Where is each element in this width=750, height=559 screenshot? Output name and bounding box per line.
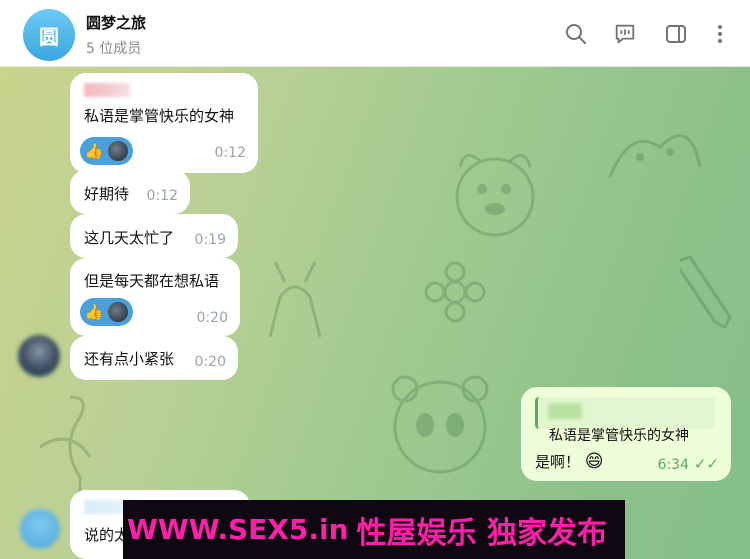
message-bubble-5[interactable]: 还有点小紧张 0:20: [70, 336, 238, 380]
message-bubble-3[interactable]: 这几天太忙了 0:19: [70, 214, 238, 258]
message-time: 0:12: [146, 188, 178, 204]
message-text: 是啊！ 😄: [535, 451, 604, 472]
reactor-avatar: [106, 139, 130, 163]
outgoing-text: 是啊！: [535, 453, 581, 471]
message-text: 私语是掌管快乐的女神: [84, 107, 235, 125]
message-text: 这几天太忙了: [84, 229, 175, 247]
message-text: 还有点小紧张: [84, 350, 175, 368]
watermark-slogan: 性屋娱乐 独家发布: [356, 515, 607, 551]
reaction-chip[interactable]: 👍: [80, 137, 133, 165]
chat-feedback-icon[interactable]: [613, 22, 637, 46]
watermark-url: WWW.SEX5.in: [127, 513, 349, 546]
sender-avatar[interactable]: [20, 509, 60, 549]
message-text: 但是每天都在想私语: [84, 272, 220, 290]
outgoing-message-bubble[interactable]: 私语是掌管快乐的女神 是啊！ 😄 6:34 ✓✓: [521, 387, 731, 481]
dog-doodle-icon: [455, 153, 535, 237]
message-bubble-2[interactable]: 好期待 0:12: [70, 170, 190, 214]
quoted-text: 私语是掌管快乐的女神: [549, 428, 689, 444]
message-time: 0:19: [194, 232, 226, 248]
chat-header: 圆 圆梦之旅 5 位成员: [0, 0, 750, 67]
message-time: 0:20: [194, 354, 226, 370]
flamingo-doodle-icon: [39, 395, 92, 502]
more-vert-icon[interactable]: [708, 22, 732, 46]
message-time: 6:34: [657, 457, 689, 473]
thumbs-up-icon: 👍: [84, 142, 104, 160]
cat-doodle-icon: [608, 134, 702, 178]
sender-name-blurred: [84, 83, 130, 97]
chat-area[interactable]: 私语是掌管快乐的女神 👍 0:12 好期待 0:12 这几天太忙了 0:19 但…: [0, 67, 750, 559]
panda-doodle-icon: [391, 375, 489, 474]
message-bubble-1[interactable]: 私语是掌管快乐的女神 👍 0:12: [70, 73, 258, 173]
deer-doodle-icon: [268, 261, 322, 338]
message-time: 0:12: [214, 145, 246, 161]
group-avatar[interactable]: 圆: [23, 9, 75, 61]
pencil-doodle-icon: [680, 255, 732, 330]
watermark-banner: WWW.SEX5.in 性屋娱乐 独家发布: [123, 500, 625, 559]
sidebar-toggle-icon[interactable]: [664, 22, 688, 46]
quoted-sender-blurred: [548, 403, 582, 419]
read-checkmarks-icon: ✓✓: [693, 455, 719, 473]
thumbs-up-icon: 👍: [84, 303, 104, 321]
search-icon[interactable]: [564, 22, 588, 46]
sender-avatar[interactable]: [18, 335, 60, 377]
smile-emoji-icon: 😄: [584, 451, 604, 472]
reactor-avatar: [106, 300, 130, 324]
message-bubble-4[interactable]: 但是每天都在想私语 👍 0:20: [70, 258, 240, 336]
group-title[interactable]: 圆梦之旅: [86, 12, 146, 33]
member-count: 5 位成员: [86, 41, 142, 57]
message-time: 0:20: [196, 310, 228, 326]
flower-doodle-icon: [424, 261, 486, 323]
reaction-chip[interactable]: 👍: [80, 298, 133, 326]
message-text: 好期待: [84, 185, 130, 203]
